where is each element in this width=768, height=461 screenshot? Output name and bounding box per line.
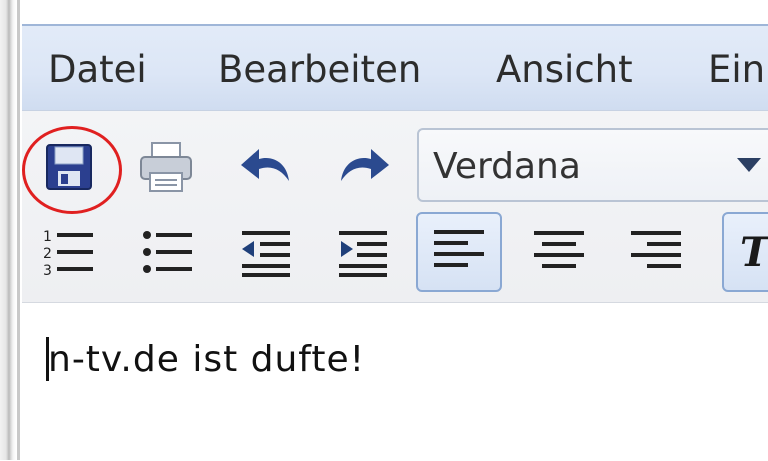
svg-text:3: 3	[43, 263, 52, 279]
undo-button[interactable]	[234, 134, 300, 200]
align-right-button[interactable]	[623, 220, 689, 286]
menu-datei[interactable]: Datei	[48, 48, 147, 91]
window-top-strip	[22, 0, 768, 24]
italic-button[interactable]: T	[722, 212, 768, 292]
unordered-list-button[interactable]	[135, 220, 201, 286]
menu-bar: Datei Bearbeiten Ansicht Ein	[22, 24, 768, 112]
save-button[interactable]	[36, 134, 102, 200]
redo-icon	[341, 149, 389, 181]
menu-bearbeiten[interactable]: Bearbeiten	[218, 48, 421, 91]
indent-icon	[339, 231, 387, 277]
align-left-icon	[434, 230, 484, 267]
chevron-down-icon	[737, 158, 761, 172]
font-family-select[interactable]: Verdana	[417, 128, 768, 202]
outdent-button[interactable]	[233, 220, 299, 286]
align-center-button[interactable]	[526, 220, 592, 286]
align-center-icon	[534, 231, 584, 268]
print-button[interactable]	[133, 134, 199, 200]
ordered-list-icon: 1 2 3	[43, 229, 93, 279]
align-right-icon	[631, 231, 681, 268]
font-family-value: Verdana	[433, 146, 581, 187]
indent-button[interactable]	[330, 220, 396, 286]
redo-button[interactable]	[330, 134, 396, 200]
window-left-border	[0, 0, 22, 460]
menu-ansicht[interactable]: Ansicht	[496, 48, 633, 91]
editor-text: n-tv.de ist dufte!	[48, 339, 366, 380]
save-icon	[46, 144, 92, 190]
align-left-button[interactable]	[416, 212, 502, 292]
undo-icon	[241, 149, 289, 181]
editor-area[interactable]: n-tv.de ist dufte!	[22, 302, 768, 461]
menu-einfuegen[interactable]: Ein	[708, 48, 765, 91]
unordered-list-icon	[143, 231, 192, 273]
outdent-icon	[242, 231, 290, 277]
svg-text:1: 1	[43, 229, 52, 245]
svg-text:2: 2	[43, 246, 52, 262]
ordered-list-button[interactable]: 1 2 3	[36, 220, 102, 286]
italic-icon: T	[740, 228, 768, 276]
print-icon	[140, 142, 192, 192]
